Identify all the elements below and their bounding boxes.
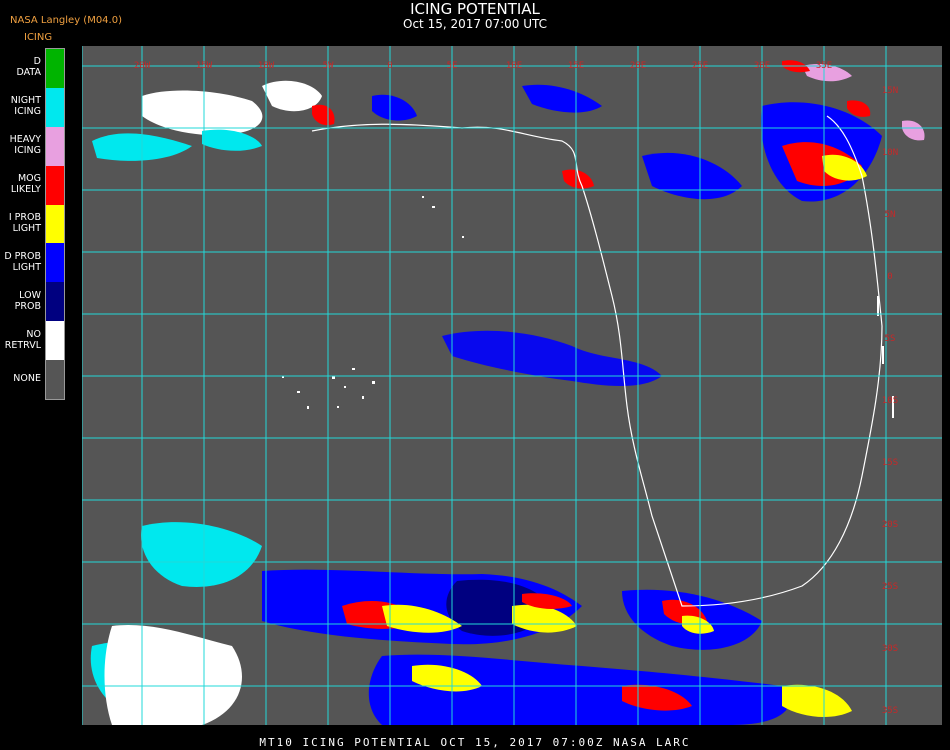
longitude-label: 20W [134,61,151,71]
legend-swatch [46,360,64,399]
latitude-label: 15N [882,86,898,96]
legend-label: MOG LIKELY [10,173,41,196]
legend-swatch [46,87,64,127]
legend-swatch [46,282,64,322]
longitude-label: 10W [258,61,275,71]
legend-label: D PROB LIGHT [4,250,41,273]
legend-label: NONE [13,372,41,384]
longitude-label: 0 [387,61,392,71]
longitude-label: 10E [506,61,522,71]
longitude-label: 35E [816,61,832,71]
latitude-label: 10N [882,148,898,158]
producer-label: NASA Langley (M04.0) [10,15,122,26]
legend-title: ICING [24,32,53,43]
legend-swatch [46,243,64,283]
map-title: ICING POTENTIAL [410,0,540,18]
legend-swatch [46,321,64,361]
latitude-label: 5N [885,210,896,220]
longitude-label: 30E [754,61,770,71]
icing-map: 20W 15W 10W 5W 0 5E 10E 15E 20E 25E 30E 35E 15N 10N 5N… [82,46,942,725]
legend-label: D DATA [16,56,41,79]
legend-swatch [46,49,64,88]
legend-color-bar [45,48,65,400]
legend-label: NO RETRVL [4,328,41,351]
latitude-label: 0 [887,272,892,282]
longitude-label: 25E [692,61,708,71]
legend-label: I PROB LIGHT [8,212,41,234]
footer-caption: MT10 ICING POTENTIAL OCT 15, 2017 07:00Z… [259,736,691,749]
longitude-label: 15W [196,61,213,71]
longitude-label: 5W [323,61,334,71]
longitude-label: 20E [630,61,646,71]
legend-label: LOW PROB [14,289,41,312]
legend-swatch [46,165,64,205]
latitude-label: 10S [882,396,898,406]
longitude-label: 5E [447,61,458,71]
longitude-label: 15E [568,61,584,71]
latitude-label: 25S [882,582,898,592]
legend-swatch [46,204,64,244]
legend-label: NIGHT ICING [10,95,41,118]
map-timestamp: Oct 15, 2017 07:00 UTC [403,17,547,31]
latitude-label: 30S [882,644,898,654]
latitude-label: 15S [882,458,898,468]
legend-swatch [46,126,64,166]
latitude-label: 35S [882,706,898,716]
latitude-label: 20S [882,520,898,530]
latitude-label: 5S [885,334,896,344]
legend-label: HEAVY ICING [9,134,41,157]
